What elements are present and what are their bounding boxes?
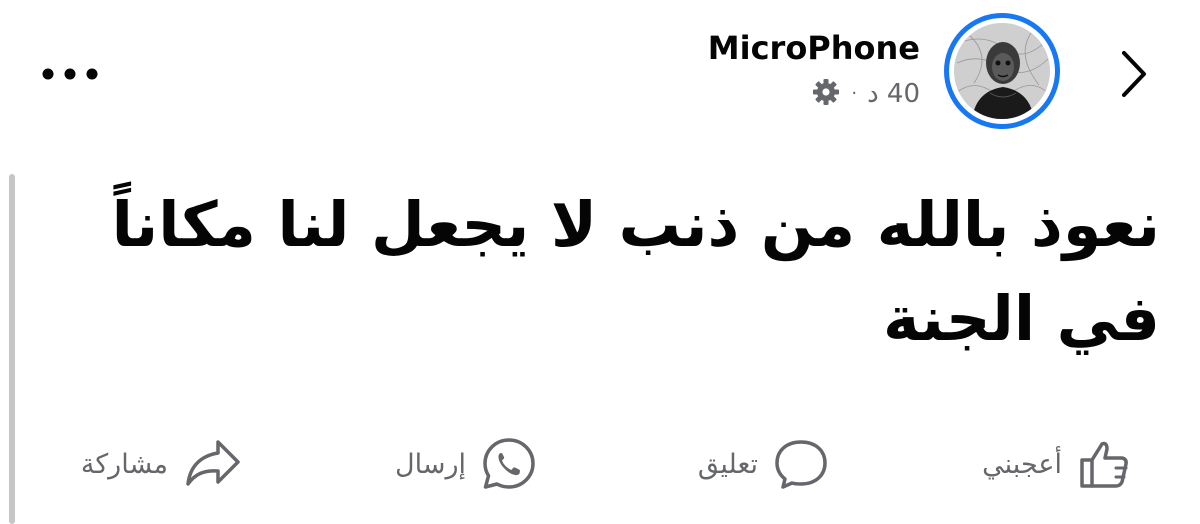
more-dots-icon xyxy=(42,68,98,80)
share-arrow-icon xyxy=(186,440,240,486)
back-button[interactable] xyxy=(1108,44,1160,104)
comment-bubble-icon xyxy=(775,440,827,489)
whatsapp-icon xyxy=(483,438,535,489)
post-text-line-1: نعوذ بالله من ذنب لا يجعل لنا مكاناً xyxy=(111,188,1160,261)
share-button[interactable]: مشاركة xyxy=(81,432,244,496)
avatar[interactable] xyxy=(944,13,1060,129)
post-text-line-2: في الجنة xyxy=(882,282,1160,355)
post-header: MicroPhone 40 د · xyxy=(708,22,920,114)
like-label: أعجبني xyxy=(982,448,1062,480)
gear-icon xyxy=(811,77,841,111)
post-text: نعوذ بالله من ذنب لا يجعل لنا مكاناً في … xyxy=(40,178,1160,366)
scroll-indicator xyxy=(9,174,15,524)
meta-separator: · xyxy=(851,83,858,104)
thumbs-up-icon xyxy=(1080,441,1128,488)
more-options-button[interactable] xyxy=(38,56,102,92)
post-meta: 40 د · xyxy=(708,74,920,114)
comment-label: تعليق xyxy=(697,448,758,480)
avatar-image xyxy=(954,23,1050,119)
post-time[interactable]: 40 د xyxy=(867,79,920,109)
chevron-right-icon xyxy=(1122,51,1146,97)
comment-button[interactable]: تعليق xyxy=(698,432,830,496)
send-label: إرسال xyxy=(394,448,466,480)
send-button[interactable]: إرسال xyxy=(395,432,538,496)
like-button[interactable]: أعجبني xyxy=(982,432,1132,496)
author-name[interactable]: MicroPhone xyxy=(708,22,920,74)
share-label: مشاركة xyxy=(80,448,168,480)
